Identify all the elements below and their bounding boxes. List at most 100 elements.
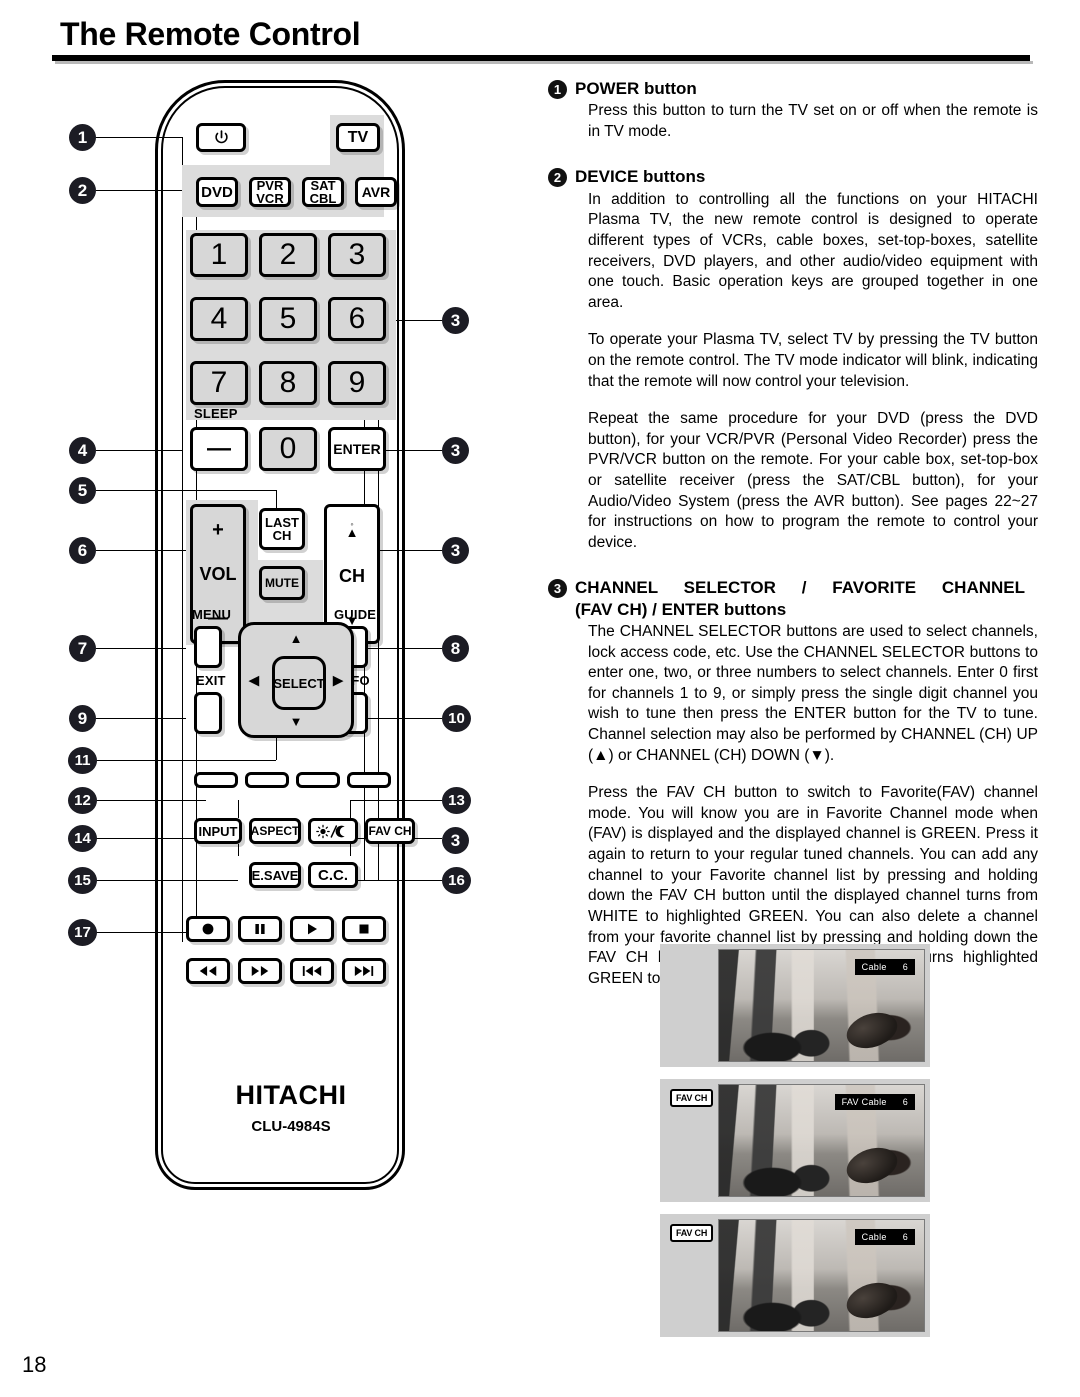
energy-save-button[interactable]: E.SAVE <box>249 862 301 888</box>
nav-up-icon[interactable]: ▲ <box>290 632 303 645</box>
callout-6: 6 <box>69 537 96 564</box>
leader-line-15 <box>96 880 238 881</box>
fav-ch-tag-2: FAV CH <box>670 1089 714 1107</box>
digit-7-button[interactable]: 7 <box>190 361 248 405</box>
aspect-button[interactable]: ASPECT <box>249 818 301 844</box>
callout-13: 13 <box>442 787 471 814</box>
rewind-button[interactable] <box>186 958 230 984</box>
digit-1-button[interactable]: 1 <box>190 233 248 277</box>
digit-9-button[interactable]: 9 <box>328 361 386 405</box>
leader-line-6 <box>96 550 186 551</box>
menu-button[interactable] <box>194 626 222 668</box>
pause-button[interactable] <box>238 916 282 942</box>
digit-8-button[interactable]: 8 <box>259 361 317 405</box>
leader-hook-daynight <box>350 800 351 818</box>
last-ch-line-2: CH <box>272 528 292 543</box>
section-2-title: DEVICE buttons <box>575 167 706 187</box>
digit-3-button[interactable]: 3 <box>328 233 386 277</box>
digit-4-button[interactable]: 4 <box>190 297 248 341</box>
section-2-paragraph-2: To operate your Plasma TV, select TV by … <box>588 331 1038 390</box>
exit-button[interactable] <box>194 692 222 734</box>
volume-label: VOL <box>199 563 237 584</box>
callout-8: 8 <box>442 635 469 662</box>
leader-hook-last-ch <box>196 490 276 491</box>
soft-key-1[interactable] <box>194 772 238 788</box>
tv-device-button[interactable]: TV <box>336 123 380 152</box>
nav-down-icon[interactable]: ▼ <box>290 715 303 728</box>
digit-2-button[interactable]: 2 <box>259 233 317 277</box>
fav-ch-tag-3: FAV CH <box>670 1224 714 1242</box>
last-ch-button[interactable]: LAST CH <box>259 508 305 550</box>
leader-line-9 <box>96 718 186 719</box>
menu-label: MENU <box>192 607 232 622</box>
fav-ch-button[interactable]: FAV CH <box>365 818 415 844</box>
mute-button[interactable]: MUTE <box>259 566 305 600</box>
digit-0-button[interactable]: 0 <box>259 427 317 471</box>
day-night-button[interactable] <box>308 818 358 844</box>
section-1-title: POWER button <box>575 79 697 98</box>
stop-icon <box>359 924 369 934</box>
leader-line-1 <box>96 137 182 138</box>
callout-9: 9 <box>69 705 96 732</box>
title-divider <box>52 55 1033 64</box>
callout-11: 11 <box>68 747 97 774</box>
soft-key-4[interactable] <box>347 772 391 788</box>
page-title: The Remote Control <box>60 16 361 52</box>
callout-3c: 3 <box>442 537 469 564</box>
osd-label-1: Cable <box>861 962 887 972</box>
nav-right-icon[interactable]: ▶ <box>333 674 343 687</box>
sat-cbl-device-button[interactable]: SAT CBL <box>302 177 344 207</box>
pvr-vcr-device-button[interactable]: PVR VCR <box>249 177 291 207</box>
tv-example-1: Cable 6 <box>660 944 930 1067</box>
stop-button[interactable] <box>342 916 386 942</box>
leader-line-11 <box>96 760 276 761</box>
leader-hook-last-ch-v <box>276 490 277 508</box>
osd-channel-1: 6 <box>902 962 908 972</box>
callout-1: 1 <box>69 124 96 151</box>
callout-3d: 3 <box>442 827 469 854</box>
next-track-button[interactable] <box>342 958 386 984</box>
enter-button[interactable]: ENTER <box>328 427 386 471</box>
digit-5-button[interactable]: 5 <box>259 297 317 341</box>
leader-hook-input <box>238 844 239 856</box>
leader-line-2 <box>96 190 182 191</box>
sleep-button[interactable]: — <box>190 427 248 471</box>
tv-screen-examples: Cable 6 FAV CH FAV Cable 6 FAV CH Cable … <box>660 944 930 1349</box>
avr-device-button[interactable]: AVR <box>355 177 397 207</box>
dvd-device-button[interactable]: DVD <box>196 177 238 207</box>
record-button[interactable] <box>186 916 230 942</box>
fast-forward-button[interactable] <box>238 958 282 984</box>
leader-line-17 <box>96 932 200 933</box>
play-button[interactable] <box>290 916 334 942</box>
leader-hook-favch <box>350 844 351 856</box>
section-3-heading: 3 CHANNEL SELECTOR / FAVORITE CHANNEL (F… <box>548 577 1038 620</box>
soft-key-2[interactable] <box>245 772 289 788</box>
exit-label: EXIT <box>196 673 226 688</box>
select-button[interactable]: SELECT <box>272 656 326 710</box>
leader-line-7 <box>96 648 186 649</box>
digit-6-button[interactable]: 6 <box>328 297 386 341</box>
input-button[interactable]: INPUT <box>194 818 242 844</box>
leader-line-5 <box>96 490 196 491</box>
volume-rocker[interactable]: + VOL — <box>190 504 246 644</box>
previous-track-button[interactable] <box>290 958 334 984</box>
rewind-icon <box>199 966 217 976</box>
remote-control-diagram: 1 2 4 5 6 7 9 11 12 14 15 17 3 3 3 8 10 … <box>0 70 520 1330</box>
leader-hook-aspect <box>238 800 239 818</box>
callout-10: 10 <box>442 705 471 732</box>
nav-left-icon[interactable]: ◀ <box>249 674 259 687</box>
soft-key-3[interactable] <box>296 772 340 788</box>
osd-label-3: Cable <box>861 1232 887 1242</box>
guide-label: GUIDE <box>334 607 377 622</box>
closed-caption-button[interactable]: C.C. <box>308 862 358 888</box>
previous-track-icon <box>302 966 322 976</box>
osd-banner-1: Cable 6 <box>854 959 915 975</box>
section-1-paragraph-1: Press this button to turn the TV set on … <box>588 102 1038 140</box>
leader-line-12 <box>96 800 206 801</box>
osd-label-2: FAV Cable <box>841 1097 887 1107</box>
power-button[interactable] <box>196 123 246 152</box>
navigation-pad[interactable]: SELECT ▲ ▼ ◀ ▶ <box>238 622 354 738</box>
callout-7: 7 <box>69 635 96 662</box>
volume-up-label: + <box>212 518 224 541</box>
callout-17: 17 <box>68 919 97 946</box>
